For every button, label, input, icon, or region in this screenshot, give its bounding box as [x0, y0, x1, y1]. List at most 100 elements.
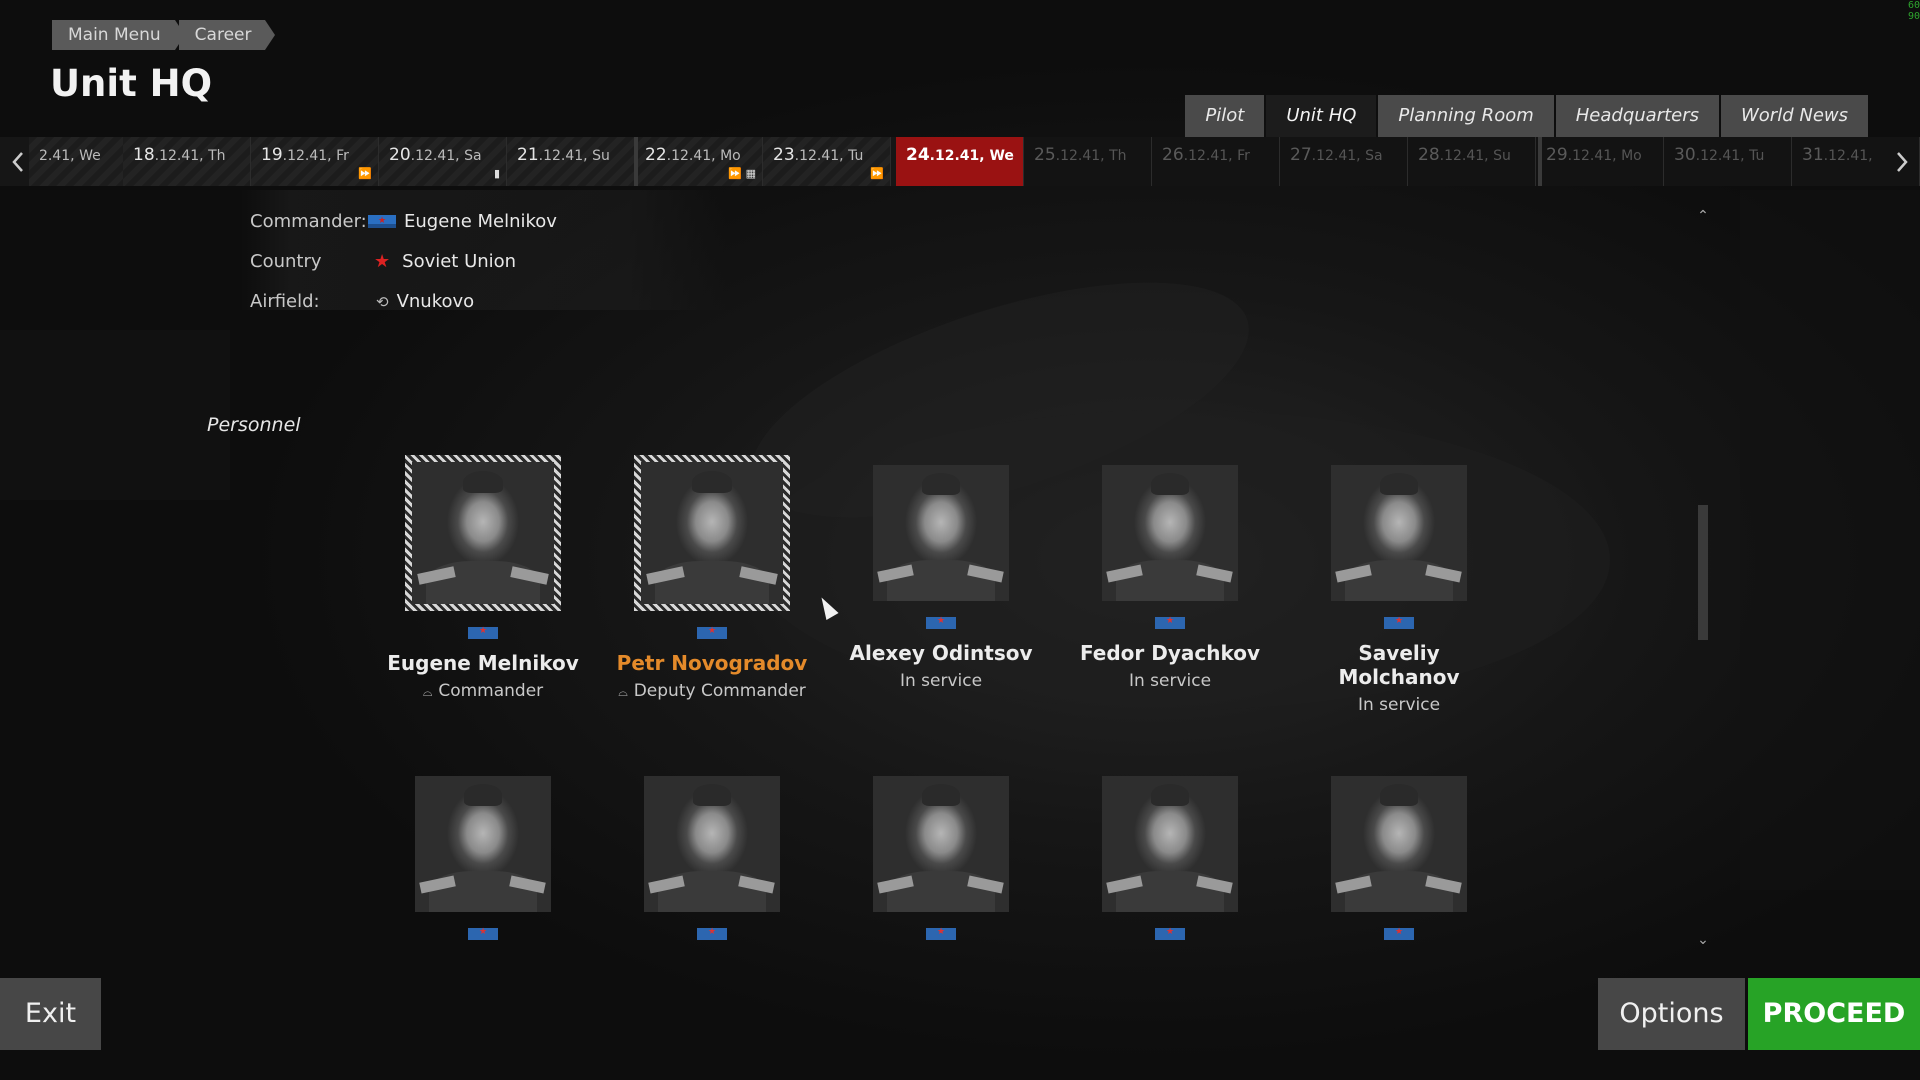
timeline-day-number: 30 — [1674, 145, 1696, 165]
pilot-role: In service — [1070, 671, 1270, 691]
timeline-day-number: 26 — [1162, 145, 1184, 165]
pilot-role: ⌓ Commander — [383, 681, 583, 701]
top-tabs: Pilot Unit HQ Planning Room Headquarters… — [1185, 95, 1868, 137]
personnel-card[interactable]: Petr Novogradov ⌓ Deputy Commander — [612, 455, 812, 701]
tab-planning-room[interactable]: Planning Room — [1378, 95, 1554, 137]
timeline-days: 2.41, We 18.12.41, Th 19.12.41, Fr ⏩ 20.12.4… — [0, 137, 1920, 186]
tab-headquarters[interactable]: Headquarters — [1555, 95, 1719, 137]
pilot-portrait — [1331, 465, 1467, 601]
personnel-card[interactable]: Saveliy Molchanov In service — [1299, 465, 1499, 715]
officer-cap-icon: ⌓ — [618, 685, 628, 699]
personnel-card[interactable] — [841, 776, 1041, 940]
timeline-day-number: 28 — [1418, 145, 1440, 165]
timeline-day[interactable]: 23.12.41, Tu ⏩ — [763, 137, 891, 186]
timeline-next-button[interactable] — [1884, 137, 1920, 186]
timeline-day-label: .12.41, Su — [1439, 148, 1511, 164]
timeline-week-separator — [1538, 137, 1542, 186]
timeline-day-label: .12.41, Sa — [410, 148, 482, 164]
timeline-event-icon: ⏩ — [358, 167, 372, 180]
timeline-day-label: .12.41, Tu — [794, 148, 864, 164]
timeline-day[interactable]: 30.12.41, Tu — [1664, 137, 1792, 186]
pilot-name: Eugene Melnikov — [387, 651, 579, 675]
timeline-day-label: .12.41, Mo — [1567, 148, 1642, 164]
rank-badge-icon — [926, 927, 956, 940]
personnel-card[interactable] — [1070, 776, 1270, 940]
timeline-day-label: .12.41, Sa — [1311, 148, 1383, 164]
timeline-day[interactable]: 22.12.41, Mo ⏩ ▦ — [635, 137, 763, 186]
pilot-portrait — [644, 776, 780, 912]
airfield-label: Airfield: — [250, 291, 320, 312]
timeline-day[interactable]: 27.12.41, Sa — [1280, 137, 1408, 186]
timeline-day-number: 24 — [906, 145, 930, 165]
breadcrumb-career[interactable]: Career — [178, 20, 276, 50]
timeline-day-number: 19 — [261, 145, 283, 165]
timeline-day-number: 27 — [1290, 145, 1312, 165]
timeline-day-label: .12.41, — [1823, 148, 1873, 164]
rank-badge-icon — [468, 927, 498, 940]
red-star-icon: ★ — [374, 251, 391, 272]
timeline-day[interactable]: 26.12.41, Fr — [1152, 137, 1280, 186]
timeline-day-number: 23 — [773, 145, 795, 165]
timeline-event-icon: ▮ — [493, 167, 500, 180]
pilot-portrait — [415, 776, 551, 912]
rank-badge-icon — [1155, 616, 1185, 629]
options-button[interactable]: Options — [1598, 978, 1745, 1050]
timeline-event-icon: ⏩ ▦ — [728, 167, 756, 180]
tab-pilot[interactable]: Pilot — [1185, 95, 1265, 137]
fps-line: 60 — [1907, 0, 1920, 11]
rank-badge-icon — [697, 927, 727, 940]
breadcrumb: Main Menu Career — [52, 20, 276, 50]
timeline-day[interactable]: 19.12.41, Fr ⏩ — [251, 137, 379, 186]
airfield-icon: ⟲ — [376, 292, 389, 311]
timeline-day[interactable]: 28.12.41, Su — [1408, 137, 1536, 186]
airfield-row: Airfield: ⟲ Vnukovo — [250, 291, 474, 312]
rank-badge-icon — [1155, 927, 1185, 940]
pilot-role-text: In service — [1357, 695, 1441, 715]
pilot-role: In service — [841, 671, 1041, 691]
timeline-day[interactable]: 18.12.41, Th — [123, 137, 251, 186]
timeline-day[interactable]: 24.12.41, We — [896, 137, 1024, 186]
proceed-button[interactable]: PROCEED — [1748, 978, 1920, 1050]
pilot-portrait — [641, 462, 783, 604]
personnel-card[interactable] — [1299, 776, 1499, 940]
pilot-role: ⌓ Deputy Commander — [612, 681, 812, 701]
commander-label: Commander: — [250, 211, 367, 232]
timeline-prev-button[interactable] — [0, 137, 36, 186]
timeline-day[interactable]: 21.12.41, Su — [507, 137, 635, 186]
timeline-day-label: .12.41, Mo — [666, 148, 741, 164]
pilot-role: In service — [1299, 695, 1499, 715]
breadcrumb-main-menu[interactable]: Main Menu — [52, 20, 185, 50]
rank-badge-icon — [1384, 927, 1414, 940]
airfield-value: Vnukovo — [396, 291, 475, 312]
timeline-day[interactable]: 25.12.41, Th — [1024, 137, 1152, 186]
scrollbar-thumb[interactable] — [1698, 505, 1708, 640]
personnel-card[interactable]: Alexey Odintsov In service — [841, 465, 1041, 691]
scroll-down-icon[interactable]: ⌄ — [1692, 932, 1714, 952]
pilot-role-text: In service — [1128, 671, 1212, 691]
personnel-card[interactable]: Fedor Dyachkov In service — [1070, 465, 1270, 691]
timeline-day-number: 20 — [389, 145, 411, 165]
rank-badge-icon — [926, 616, 956, 629]
rank-badge-icon — [1384, 616, 1414, 629]
timeline-week-separator — [634, 137, 638, 186]
timeline-day[interactable]: 29.12.41, Mo — [1536, 137, 1664, 186]
country-row: Country ★ Soviet Union — [250, 251, 516, 272]
exit-button[interactable]: Exit — [0, 978, 101, 1050]
tab-unit-hq[interactable]: Unit HQ — [1266, 95, 1377, 137]
timeline-day-number: 21 — [517, 145, 539, 165]
timeline-day[interactable]: 20.12.41, Sa ▮ — [379, 137, 507, 186]
timeline-day-label: 2.41, We — [39, 148, 101, 164]
scroll-up-icon[interactable]: ⌃ — [1692, 208, 1714, 228]
pilot-portrait-frame — [405, 455, 561, 611]
personnel-card[interactable] — [612, 776, 812, 940]
pilot-portrait — [873, 465, 1009, 601]
pilot-role-text: In service — [899, 671, 983, 691]
personnel-card[interactable]: Eugene Melnikov ⌓ Commander — [383, 455, 583, 701]
pilot-role-text: Deputy Commander — [633, 681, 806, 701]
rank-badge-icon — [697, 626, 727, 639]
pilot-portrait — [1102, 465, 1238, 601]
tab-world-news[interactable]: World News — [1721, 95, 1868, 137]
personnel-card[interactable] — [383, 776, 583, 940]
timeline-day-number: 31 — [1802, 145, 1824, 165]
fps-readout: 60 90 — [1908, 0, 1920, 22]
